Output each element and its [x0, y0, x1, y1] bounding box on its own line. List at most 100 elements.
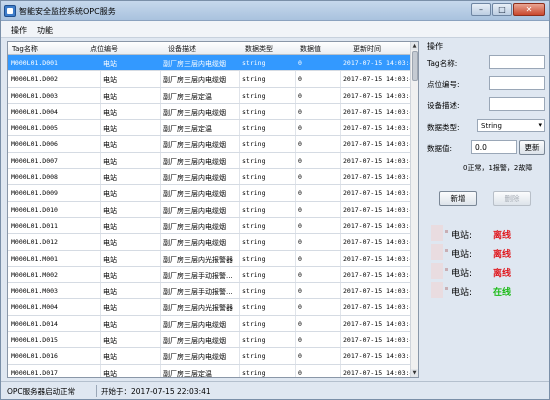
table-row[interactable]: M000L01.M003 电站 副厂房三层手动报警... string 0 2017-07…: [8, 283, 417, 300]
cell-desc: 副厂房三层内光报警器: [163, 255, 233, 264]
cell-desc: 副厂房三层手动报警...: [163, 288, 233, 297]
cell-type: string: [242, 352, 266, 361]
table-row[interactable]: M000L01.D008 电站 副厂房三层内电缆烟 string 0 2017-07-15…: [8, 169, 417, 186]
table-row[interactable]: M000L01.D001 电站 副厂房三层内电缆烟 string 0 2017-07-15…: [8, 55, 417, 72]
vertical-scrollbar[interactable]: ▲ ▼: [410, 42, 418, 377]
add-button[interactable]: 新增: [439, 191, 477, 206]
data-value-input[interactable]: 0.0: [471, 140, 517, 154]
delete-button[interactable]: 删除: [493, 191, 531, 206]
cell-desc: 副厂房三层内电缆烟: [163, 141, 226, 150]
cell-desc: 副厂房三层定温: [163, 369, 212, 378]
cell-val: 0: [298, 319, 302, 328]
start-time: 开始于：2017-07-15 22:03:41: [101, 387, 211, 396]
data-type-select[interactable]: String ▾: [477, 119, 545, 132]
cell-loc: 电站: [103, 76, 117, 85]
cell-time: 2017-07-15 14:03:42: [343, 59, 418, 67]
cell-type: string: [242, 173, 266, 182]
cell-tag: M000L01.D002: [11, 75, 58, 84]
tag-grid[interactable]: Tag名称 点位编号 设备描述 数据类型 数据值 更新时间 M000L01.D0…: [7, 41, 419, 378]
table-row[interactable]: M000L01.D010 电站 副厂房三层内电缆烟 string 0 2017-07-15…: [8, 202, 417, 218]
update-button[interactable]: 更新: [519, 140, 545, 155]
station-status-row: 电站: 离线: [431, 263, 537, 279]
column-header-time[interactable]: 更新时间: [353, 44, 381, 54]
cell-loc: 电站: [103, 141, 117, 150]
table-row[interactable]: M000L01.D016 电站 副厂房三层内电缆烟 string 0 2017-07-15…: [8, 348, 417, 365]
cell-val: 0: [298, 238, 302, 247]
table-row[interactable]: M000L01.D005 电站 副厂房三层定温 string 0 2017-07-15 1…: [8, 120, 417, 137]
menu-operate[interactable]: 操作: [11, 25, 27, 36]
station-status: 离线: [493, 250, 512, 260]
cell-tag: M000L01.D017: [11, 368, 58, 377]
window-title: 智能安全监控系统OPC服务: [19, 7, 116, 16]
scroll-down-arrow-icon[interactable]: ▼: [411, 369, 418, 377]
cell-loc: 电站: [103, 288, 117, 297]
cell-tag: M000L01.D012: [11, 238, 58, 247]
table-row[interactable]: M000L01.D012 电站 副厂房三层内电缆烟 string 0 2017-07-15…: [8, 234, 417, 251]
cell-val: 0: [298, 287, 302, 296]
table-row[interactable]: M000L01.D007 电站 副厂房三层内电缆烟 string 0 2017-07-15…: [8, 153, 417, 170]
table-row[interactable]: M000L01.M002 电站 副厂房三层手动报警... string 0 2017-07…: [8, 267, 417, 284]
location-input[interactable]: [489, 76, 545, 90]
cell-loc: 电站: [103, 206, 117, 215]
cell-loc: 电站: [103, 239, 117, 248]
cell-val: 0: [298, 254, 302, 263]
cell-type: string: [242, 140, 266, 149]
cell-val: 0: [298, 140, 302, 149]
minimize-button[interactable]: –: [471, 3, 491, 16]
cell-val: 0: [298, 352, 302, 361]
cell-val: 0: [298, 156, 302, 165]
app-icon: [4, 5, 16, 17]
tag-name-input[interactable]: [489, 55, 545, 69]
column-header-description[interactable]: 设备描述: [168, 44, 196, 54]
cell-desc: 副厂房三层手动报警...: [163, 271, 233, 280]
table-row[interactable]: M000L01.D002 电站 副厂房三层内电缆烟 string 0 2017-07-15…: [8, 71, 417, 88]
cell-tag: M000L01.D001: [11, 59, 58, 67]
table-row[interactable]: M000L01.M001 电站 副厂房三层内光报警器 string 0 2017-07-1…: [8, 251, 417, 267]
table-row[interactable]: M000L01.D006 电站 副厂房三层内电缆烟 string 0 2017-07-15…: [8, 136, 417, 153]
cell-type: string: [242, 75, 266, 84]
column-header-tag[interactable]: Tag名称: [12, 44, 38, 54]
cell-val: 0: [298, 336, 302, 345]
bullet-icon: [445, 249, 448, 252]
station-status-row: 电站: 离线: [431, 244, 537, 260]
scroll-up-arrow-icon[interactable]: ▲: [411, 42, 418, 50]
table-row[interactable]: M000L01.D009 电站 副厂房三层内电缆烟 string 0 2017-07-15…: [8, 185, 417, 202]
cell-tag: M000L01.M001: [11, 254, 58, 263]
cell-type: string: [242, 91, 266, 100]
cell-type: string: [242, 303, 266, 312]
column-header-type[interactable]: 数据类型: [245, 44, 273, 54]
panel-title: 操作: [427, 42, 443, 51]
cell-tag: M000L01.D005: [11, 124, 58, 133]
table-row[interactable]: M000L01.D017 电站 副厂房三层定温 string 0 2017-07-15 1…: [8, 365, 417, 378]
menu-function[interactable]: 功能: [37, 25, 53, 36]
table-row[interactable]: M000L01.D004 电站 副厂房三层内电缆烟 string 0 2017-07-15…: [8, 104, 417, 121]
table-row[interactable]: M000L01.D003 电站 副厂房三层定温 string 0 2017-07-15 1…: [8, 88, 417, 104]
close-button[interactable]: ✕: [513, 3, 545, 16]
maximize-button[interactable]: □: [492, 3, 512, 16]
cell-time: 2017-07-15 14:03:43: [343, 319, 418, 328]
cell-tag: M000L01.D009: [11, 189, 58, 198]
table-row[interactable]: M000L01.D015 电站 副厂房三层内电缆烟 string 0 2017-07-15…: [8, 332, 417, 349]
station-label: 电站:: [451, 269, 473, 279]
table-row[interactable]: M000L01.M004 电站 副厂房三层内光报警器 string 0 2017-07-1…: [8, 299, 417, 316]
scroll-thumb[interactable]: [412, 51, 418, 81]
cell-type: string: [242, 287, 266, 296]
cell-type: string: [242, 270, 266, 279]
cell-val: 0: [298, 124, 302, 133]
cell-tag: M000L01.D014: [11, 319, 58, 328]
column-header-value[interactable]: 数据值: [300, 44, 321, 54]
cell-loc: 电站: [103, 337, 117, 346]
column-header-location[interactable]: 点位编号: [90, 44, 118, 54]
station-status-list: 电站: 离线 电站: 离线 电站: 离线 电站: 在线: [431, 225, 537, 305]
cell-val: 0: [298, 75, 302, 84]
chevron-down-icon: ▾: [538, 121, 542, 129]
table-row[interactable]: M000L01.D014 电站 副厂房三层内电缆烟 string 0 2017-07-15…: [8, 316, 417, 333]
cell-type: string: [242, 368, 266, 377]
cell-desc: 副厂房三层内光报警器: [163, 304, 233, 313]
cell-desc: 副厂房三层内电缆烟: [163, 108, 226, 117]
cell-loc: 电站: [103, 190, 117, 199]
cell-tag: M000L01.M004: [11, 303, 58, 312]
cell-loc: 电站: [103, 271, 117, 280]
description-input[interactable]: [489, 97, 545, 111]
table-row[interactable]: M000L01.D011 电站 副厂房三层内电缆烟 string 0 2017-07-15…: [8, 218, 417, 235]
